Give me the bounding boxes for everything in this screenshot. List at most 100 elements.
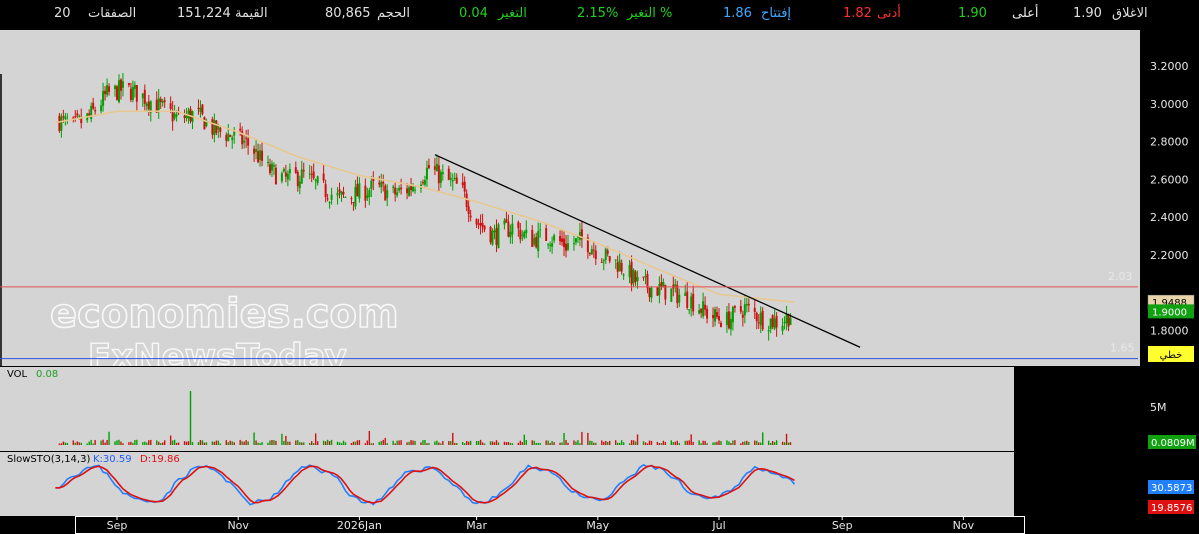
volume-bar — [243, 441, 245, 445]
volume-bar — [76, 441, 78, 445]
volume-bar — [150, 439, 152, 445]
candle-body — [602, 260, 605, 262]
time-tick-label: Nov — [953, 519, 975, 532]
candle-body — [716, 312, 719, 317]
support-label: 1.65 — [1110, 342, 1135, 355]
volume-bar — [551, 441, 553, 445]
high-value: 1.90 — [958, 6, 987, 21]
volume-bar — [533, 440, 535, 445]
change-value: 0.04 — [459, 6, 488, 21]
candle-body — [727, 311, 730, 329]
change-pct-value: 2.15% — [577, 6, 619, 21]
candle-body — [676, 285, 679, 304]
volume-bar — [577, 440, 579, 445]
volume-bar — [171, 440, 174, 445]
candle-body — [678, 294, 681, 303]
candle-body — [121, 81, 124, 88]
candle-body — [231, 137, 234, 141]
price-panel[interactable]: economies.com FxNewsToday 2.03 1.65 3.20… — [0, 30, 1199, 366]
candle-body — [767, 330, 770, 332]
candle-body — [342, 191, 345, 195]
candle-body — [119, 79, 122, 91]
candle-body — [330, 194, 333, 200]
candle-body — [245, 137, 248, 139]
volume-bar — [465, 440, 468, 445]
volume-bar — [64, 442, 67, 445]
volume-bar — [275, 440, 277, 445]
candle-body — [497, 224, 500, 249]
volume-bar — [628, 443, 631, 445]
candle-body — [706, 308, 709, 319]
volume-bar — [187, 441, 190, 445]
volume-bar — [690, 434, 692, 445]
candle-body — [356, 184, 359, 197]
candle-body — [106, 85, 109, 95]
time-tick-label: Mar — [466, 519, 487, 532]
volume-bar — [420, 442, 422, 445]
candle-body — [163, 100, 166, 103]
volume-bar — [380, 441, 382, 445]
volume-bar — [104, 442, 106, 445]
resistance-label: 2.03 — [1108, 270, 1133, 283]
price-tick-label: 2.8000 — [1150, 136, 1189, 149]
volume-bar — [344, 442, 347, 445]
volume-bar — [94, 439, 96, 445]
volume-value-label: 0.08 — [36, 369, 58, 380]
volume-bar — [462, 442, 464, 445]
volume-bar — [163, 440, 166, 445]
volume-bar — [269, 440, 271, 445]
candle-body — [211, 119, 214, 135]
volume-bar — [386, 443, 388, 445]
volume-bar — [563, 432, 565, 445]
volume-bar — [233, 442, 235, 445]
volume-chart[interactable]: VOL 0.08 5M 0.0809M — [0, 367, 1199, 451]
time-tick-label: 2026Jan — [337, 519, 382, 532]
candle-body — [141, 93, 144, 99]
candle-body — [396, 192, 399, 196]
volume-bar — [80, 442, 82, 445]
volume-bar — [620, 440, 623, 445]
price-chart[interactable]: economies.com FxNewsToday 2.03 1.65 3.20… — [0, 30, 1199, 366]
volume-bar — [185, 441, 188, 445]
volume-bar — [257, 442, 259, 445]
close-label: الاغلاق — [1112, 6, 1148, 21]
volume-bar — [199, 440, 202, 445]
volume-bar — [309, 443, 311, 445]
candle-body — [322, 173, 325, 181]
volume-bar — [622, 442, 625, 445]
candle-body — [296, 172, 299, 187]
candle-body — [594, 250, 597, 260]
candle-body — [481, 223, 484, 227]
volume-bar — [108, 431, 110, 445]
volume-bar — [408, 441, 410, 445]
candle-body — [483, 225, 486, 230]
last-tag-text: 1.9000 — [1152, 307, 1187, 318]
quote-header: الاغلاق 1.90 أعلى 1.90 أدنى 1.82 إفتتاح … — [0, 0, 1199, 30]
volume-panel[interactable]: VOL 0.08 5M 0.0809M — [0, 367, 1199, 451]
candle-body — [523, 231, 526, 238]
candle-body — [294, 167, 297, 173]
candle-body — [427, 164, 430, 169]
volume-bar — [481, 442, 484, 445]
candle-body — [517, 222, 520, 229]
volume-bar — [781, 441, 784, 445]
volume-bar — [301, 442, 303, 445]
line-tool-tag[interactable]: خطي — [1148, 346, 1194, 362]
candle-body — [108, 86, 111, 92]
volume-bar — [175, 442, 178, 445]
stochastic-chart[interactable]: SlowSTO(3,14,3) K:30.59 D:19.86 30.5873 … — [0, 452, 1199, 516]
time-tick-label: May — [586, 519, 609, 532]
volume-bar — [324, 441, 327, 445]
candle — [489, 225, 492, 245]
volume-bar — [148, 440, 150, 445]
line-tool-text: خطي — [1160, 350, 1183, 361]
volume-bar — [448, 441, 450, 445]
time-axis-svg: Sep Nov 2026Jan Mar May Jul Sep Nov — [75, 516, 1025, 534]
candle-body — [567, 243, 570, 250]
volume-bar — [424, 440, 426, 445]
stochastic-k-last: 30.5873 — [1151, 483, 1192, 494]
stochastic-panel[interactable]: SlowSTO(3,14,3) K:30.59 D:19.86 30.5873 … — [0, 452, 1199, 516]
candle-body — [308, 173, 311, 175]
candle — [215, 119, 218, 136]
candle-body — [340, 191, 343, 195]
